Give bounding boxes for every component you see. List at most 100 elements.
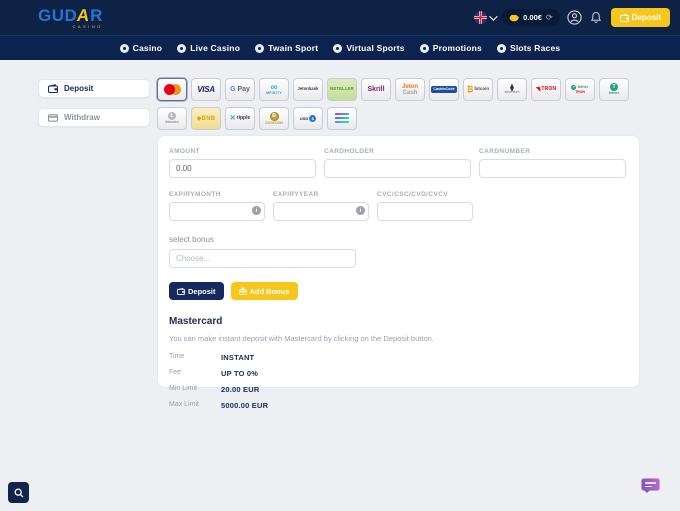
bonus-select[interactable] (169, 249, 356, 268)
bitcoin-icon: ₿ (467, 86, 474, 94)
litecoin-icon: Ł (168, 112, 176, 120)
dogecoin-icon: Ð (270, 112, 279, 121)
field-label: EXPIRYMONTH (169, 191, 265, 198)
method-info-label: Max Limit (169, 401, 221, 410)
payment-method-jetoncash[interactable]: JetonCash (395, 78, 425, 101)
payment-method-ethereum[interactable]: ⧫ethereum (497, 78, 527, 101)
payment-method-mfinity[interactable]: ∞MFINITY (259, 78, 289, 101)
search-button[interactable] (8, 482, 29, 503)
form-group-expiryyear: EXPIRYYEAR i (273, 191, 369, 221)
piggy-bank-icon (509, 13, 519, 22)
field-input-expiryyear[interactable] (273, 202, 369, 221)
nav-item-label: Slots Races (510, 43, 560, 53)
main-nav: Casino Live Casino Twain Sport Virtual Spor… (0, 35, 680, 60)
payment-method-bnb[interactable]: ◆BNB (191, 107, 221, 130)
notifications-bell-icon[interactable] (589, 10, 604, 25)
nav-item-label: Virtual Sports (346, 43, 404, 53)
payment-method-tether[interactable]: Ttether (599, 78, 629, 101)
refresh-balance-icon[interactable]: ⟳ (546, 14, 553, 22)
payment-method-cashtocode[interactable]: CashtoCode (429, 78, 459, 101)
nav-item-virtual-sports[interactable]: Virtual Sports (333, 43, 404, 53)
payment-method-skrill[interactable]: Skrill (361, 78, 391, 101)
nav-item-twain-sport[interactable]: Twain Sport (255, 43, 318, 53)
method-info-row: FeeUP TO 0% (169, 369, 628, 378)
payment-method-mastercard[interactable] (157, 78, 187, 101)
method-info-label: Time (169, 353, 221, 362)
field-label: CARDHOLDER (324, 148, 471, 155)
sidebar-item-deposit[interactable]: Deposit (38, 79, 150, 98)
solana-icon (335, 113, 349, 123)
form-group-cardnumber: CARDNUMBER (479, 148, 626, 178)
payment-methods-row-2: Łlitecoin◆BNB✕rippleÐDOGECOINUSD$ (157, 107, 357, 130)
nav-item-label: Casino (133, 43, 163, 53)
payment-method-visa[interactable]: VISA (191, 78, 221, 101)
info-icon[interactable]: i (252, 206, 261, 215)
live-chat-widget[interactable] (641, 478, 660, 491)
payment-method-neteller[interactable]: NETELLER (327, 78, 357, 101)
payment-method-solana[interactable] (327, 107, 357, 130)
wallet-icon (177, 288, 185, 295)
payment-method-ripple[interactable]: ✕ripple (225, 107, 255, 130)
profile-icon[interactable] (567, 10, 582, 25)
sidebar-withdraw-label: Withdraw (64, 113, 100, 122)
form-group-amount: AMOUNT (169, 148, 316, 178)
payment-methods-row-1: VISAG Pay∞MFINITYJetonbankNETELLERSkrill… (157, 78, 629, 101)
virtual-sports-icon (333, 44, 342, 53)
method-info-row: Min Limit20.00 EUR (169, 385, 628, 394)
nav-item-label: Promotions (433, 43, 482, 53)
method-info-row: TimeINSTANT (169, 353, 628, 362)
usd-coin-icon: $ (309, 115, 316, 122)
payment-method-tron[interactable]: ◥TRON (531, 78, 561, 101)
info-icon[interactable]: i (356, 206, 365, 215)
tron-icon: ◥ (536, 87, 541, 93)
payment-method-jetonbank[interactable]: Jetonbank (293, 78, 323, 101)
field-label: EXPIRYYEAR (273, 191, 369, 198)
form-group-expirymonth: EXPIRYMONTH i (169, 191, 265, 221)
payment-method-bitcoin[interactable]: ₿bitcoin (463, 78, 493, 101)
form-deposit-button[interactable]: Deposit (169, 282, 224, 300)
top-header: GUDAR CASINO 0.0 (0, 0, 680, 35)
form-group-cvc-csc-cvd-cvcv: CVC/CSC/CVD/CVCV (377, 191, 473, 221)
header-deposit-button[interactable]: Deposit (611, 8, 670, 27)
nav-item-promotions[interactable]: Promotions (420, 43, 482, 53)
field-input-expirymonth[interactable] (169, 202, 265, 221)
casino-icon (120, 44, 129, 53)
twain-sport-icon (255, 44, 264, 53)
ripple-icon: ✕ (230, 115, 236, 122)
method-info-value: 20.00 EUR (221, 385, 260, 394)
method-info-table: TimeINSTANT FeeUP TO 0% Min Limit20.00 EUR… (169, 353, 628, 410)
site-logo[interactable]: GUDAR CASINO (38, 7, 103, 29)
form-group-cardholder: CARDHOLDER (324, 148, 471, 178)
payment-method-gpay[interactable]: G Pay (225, 78, 255, 101)
method-info-value: 5000.00 EUR (221, 401, 268, 410)
sidebar-item-withdraw[interactable]: Withdraw (38, 108, 150, 127)
payment-method-usd-coin[interactable]: USD$ (293, 107, 323, 130)
field-input-cardholder[interactable] (324, 159, 471, 178)
method-info-label: Fee (169, 369, 221, 378)
nav-item-live-casino[interactable]: Live Casino (177, 43, 240, 53)
method-title: Mastercard (169, 316, 628, 327)
live-casino-icon (177, 44, 186, 53)
balance-amount: 0.00€ (523, 13, 542, 22)
payment-method-litecoin[interactable]: Łlitecoin (157, 107, 187, 130)
credit-card-icon (48, 114, 58, 122)
logo-text: GUDAR (38, 7, 103, 24)
mastercard-circles-icon (164, 84, 181, 95)
nav-item-casino[interactable]: Casino (120, 43, 163, 53)
method-description: You can make instant deposit with Master… (169, 334, 628, 343)
search-icon (14, 488, 24, 498)
nav-item-slots-races[interactable]: Slots Races (497, 43, 560, 53)
payment-method-tether-tron[interactable]: TtetherTRON (565, 78, 595, 101)
method-info-label: Min Limit (169, 385, 221, 394)
add-bonus-button[interactable]: Add Bonus (231, 282, 298, 300)
language-selector[interactable] (474, 11, 495, 24)
payment-method-dogecoin[interactable]: ÐDOGECOIN (259, 107, 289, 130)
field-label: AMOUNT (169, 148, 316, 155)
field-label: CARDNUMBER (479, 148, 626, 155)
field-input-cvc-csc-cvd-cvcv[interactable] (377, 202, 473, 221)
field-input-cardnumber[interactable] (479, 159, 626, 178)
logo-subtext: CASINO (73, 25, 103, 29)
slots-races-icon (497, 44, 506, 53)
deposit-form-card: AMOUNTCARDHOLDERCARDNUMBER EXPIRYMONTHiE… (157, 135, 640, 388)
field-input-amount[interactable] (169, 159, 316, 178)
